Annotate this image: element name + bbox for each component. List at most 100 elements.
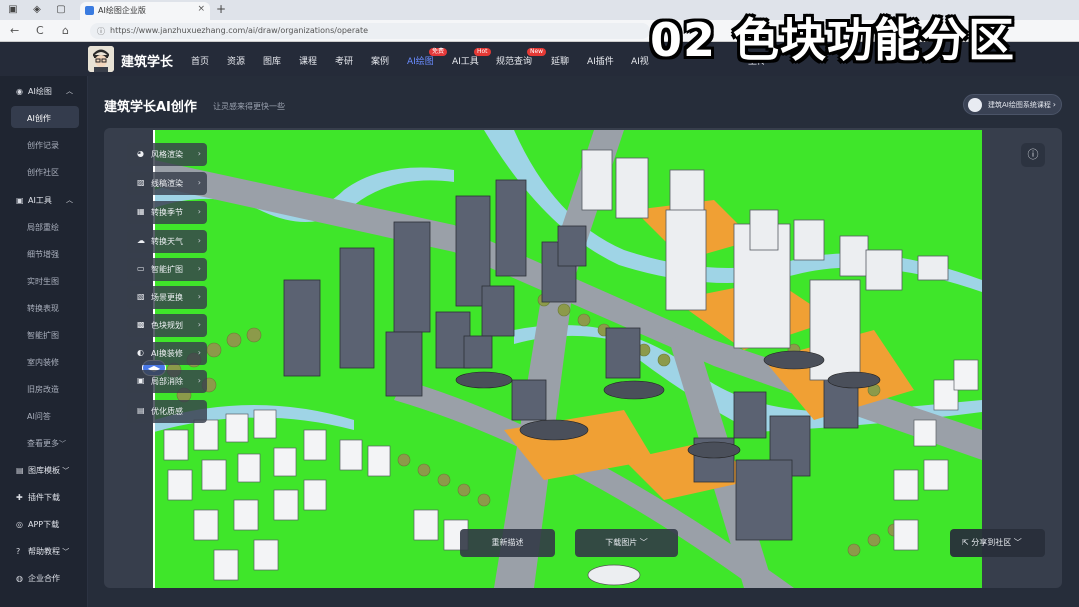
sidebar-item-interior[interactable]: 室内装修 bbox=[27, 357, 59, 368]
sidebar-group-plugin[interactable]: ✚ 插件下载 bbox=[16, 492, 60, 503]
back-icon[interactable]: ← bbox=[10, 24, 19, 37]
toolbox-icon: ▣ bbox=[16, 196, 24, 205]
color-block-icon: ▩ bbox=[137, 320, 145, 329]
page-subtitle: 让灵感来得更快一些 bbox=[213, 102, 285, 111]
favicon-icon bbox=[85, 6, 94, 15]
nav-home[interactable]: 首页 bbox=[191, 54, 209, 67]
sidebar-item-inpaint[interactable]: 局部重绘 bbox=[27, 222, 59, 233]
page-title: 建筑学长AI创作 bbox=[104, 100, 197, 115]
tab-close-icon[interactable]: × bbox=[197, 4, 205, 14]
course-button[interactable]: 建筑AI绘图系统课程 › bbox=[963, 94, 1062, 115]
sidebar-group-templates[interactable]: ▤ 图库模板 ﹀ bbox=[16, 465, 69, 476]
sidebar-item-realtime[interactable]: 实时生图 bbox=[27, 276, 59, 287]
nav-standards[interactable]: 规范查询 bbox=[496, 54, 532, 67]
nav-gallery[interactable]: 图库 bbox=[263, 54, 281, 67]
window-menu-icon[interactable]: ▣ bbox=[6, 3, 20, 17]
nav-cases[interactable]: 案例 bbox=[371, 54, 389, 67]
sidebar-item-history[interactable]: 创作记录 bbox=[27, 140, 59, 151]
tool-decorate[interactable]: ◐ AI换装修 › bbox=[127, 342, 207, 365]
sidebar-group-ai-draw[interactable]: ◉ AI绘图 ︿ bbox=[16, 86, 73, 97]
chevron-down-icon: ﹀ bbox=[60, 548, 70, 556]
tool-label: 风格渲染 bbox=[151, 150, 183, 159]
help-icon: ? bbox=[16, 547, 21, 556]
puzzle-icon: ✚ bbox=[16, 493, 23, 502]
handshake-icon: ◍ bbox=[16, 574, 23, 583]
url-text: https://www.janzhuxuezhang.com/ai/draw/o… bbox=[110, 26, 369, 35]
tool-color-block[interactable]: ▩ 色块规划 › bbox=[127, 314, 207, 337]
hot-badge: Hot bbox=[474, 48, 491, 56]
sidebar-group-business[interactable]: ◍ 企业合作 bbox=[16, 573, 60, 584]
nav-ai-video[interactable]: AI视 bbox=[631, 54, 649, 67]
refresh-icon[interactable]: C bbox=[36, 24, 44, 37]
new-badge: New bbox=[527, 48, 547, 56]
collapse-icon[interactable]: ︿ bbox=[66, 86, 73, 96]
brand-name[interactable]: 建筑学长 bbox=[121, 51, 173, 70]
app-icon: ◎ bbox=[16, 520, 23, 529]
sidebar-item-expand[interactable]: 智能扩图 bbox=[27, 330, 59, 341]
chevron-right-icon: › bbox=[197, 207, 201, 216]
share-community-button[interactable]: ⇱ 分享到社区 ﹀ bbox=[950, 529, 1045, 557]
share-label: 分享到社区 ﹀ bbox=[971, 538, 1022, 547]
sidebar-group-ai-tools[interactable]: ▣ AI工具 ︿ bbox=[16, 195, 73, 206]
weather-icon: ☁ bbox=[137, 236, 145, 245]
tool-eraser[interactable]: ▣ 局部消除 › bbox=[127, 370, 207, 393]
sidebar-item-renovation[interactable]: 旧房改造 bbox=[27, 384, 59, 395]
decorate-icon: ◐ bbox=[137, 348, 144, 357]
rendered-aerial-image[interactable] bbox=[154, 130, 982, 588]
image-icon: ▨ bbox=[137, 178, 145, 187]
tab-overview-icon[interactable]: ▢ bbox=[54, 3, 68, 17]
nav-exam[interactable]: 考研 bbox=[335, 54, 353, 67]
tool-scene-swap[interactable]: ▧ 场景更换 › bbox=[127, 286, 207, 309]
tool-weather[interactable]: ☁ 转换天气 › bbox=[127, 230, 207, 253]
chevron-right-icon: › bbox=[197, 348, 201, 357]
sidebar-group-label: AI工具 bbox=[28, 196, 52, 205]
site-info-icon[interactable]: ⓘ bbox=[97, 26, 105, 37]
sidebar-group-label: APP下载 bbox=[28, 520, 60, 529]
nav-chat[interactable]: 延聊 bbox=[551, 54, 569, 67]
sidebar-item-detail[interactable]: 细节增强 bbox=[27, 249, 59, 260]
sidebar-item-ai-create[interactable]: AI创作 bbox=[27, 113, 51, 124]
new-tab-button[interactable]: + bbox=[216, 2, 226, 16]
redraw-button[interactable]: 重新描述 bbox=[460, 529, 555, 557]
tool-label: 线稿渲染 bbox=[151, 179, 183, 188]
tool-label: 色块规划 bbox=[151, 321, 183, 330]
sidebar-item-community[interactable]: 创作社区 bbox=[27, 167, 59, 178]
tool-season[interactable]: ▦ 转换季节 › bbox=[127, 201, 207, 224]
url-field[interactable]: ⓘ https://www.janzhuxuezhang.com/ai/draw… bbox=[90, 23, 650, 39]
texture-icon: ▤ bbox=[137, 406, 145, 415]
nav-courses[interactable]: 课程 bbox=[299, 54, 317, 67]
sidebar-item-convert[interactable]: 转换表现 bbox=[27, 303, 59, 314]
home-icon[interactable]: ⌂ bbox=[62, 24, 69, 37]
collapse-icon[interactable]: ︿ bbox=[66, 195, 73, 205]
sidebar-group-label: AI绘图 bbox=[28, 87, 52, 96]
chevron-right-icon: › bbox=[197, 292, 201, 301]
nav-ai-tools[interactable]: AI工具 bbox=[452, 54, 479, 67]
tool-label: 转换季节 bbox=[151, 208, 183, 217]
sidebar-group-help[interactable]: ? 帮助教程 ﹀ bbox=[16, 546, 69, 557]
eraser-icon: ▣ bbox=[137, 376, 145, 385]
brand-avatar[interactable] bbox=[88, 46, 114, 72]
sidebar-item-more[interactable]: 查看更多﹀ bbox=[27, 438, 66, 449]
info-button[interactable]: ⓘ bbox=[1021, 143, 1045, 167]
chevron-right-icon: › bbox=[197, 376, 201, 385]
sidebar-item-qa[interactable]: AI问答 bbox=[27, 411, 51, 422]
gallery-icon: ▤ bbox=[16, 466, 24, 475]
tool-expand[interactable]: ▭ 智能扩图 › bbox=[127, 258, 207, 281]
tool-texture[interactable]: ▤ 优化质感 bbox=[127, 400, 207, 423]
nav-ai-draw[interactable]: AI绘图 bbox=[407, 54, 434, 67]
swap-icon: ▧ bbox=[137, 292, 145, 301]
sidebar-group-app[interactable]: ◎ APP下载 bbox=[16, 519, 59, 530]
play-icon bbox=[968, 98, 982, 112]
extensions-icon[interactable]: ◈ bbox=[30, 3, 44, 17]
tool-lineart-render[interactable]: ▨ 线稿渲染 › bbox=[127, 172, 207, 195]
sidebar-group-label: 插件下载 bbox=[28, 493, 60, 502]
free-badge: 免费 bbox=[429, 48, 448, 56]
nav-ai-plugin[interactable]: AI插件 bbox=[587, 54, 614, 67]
tool-style-render[interactable]: ◕ 风格渲染 › bbox=[127, 143, 207, 166]
sidebar-group-label: 图库模板 bbox=[28, 466, 60, 475]
chevron-right-icon: › bbox=[197, 178, 201, 187]
download-button[interactable]: 下载图片 ﹀ bbox=[575, 529, 678, 557]
browser-tab[interactable]: AI绘图企业版 × bbox=[80, 2, 210, 20]
chevron-down-icon: ﹀ bbox=[60, 467, 70, 475]
nav-resources[interactable]: 资源 bbox=[227, 54, 245, 67]
